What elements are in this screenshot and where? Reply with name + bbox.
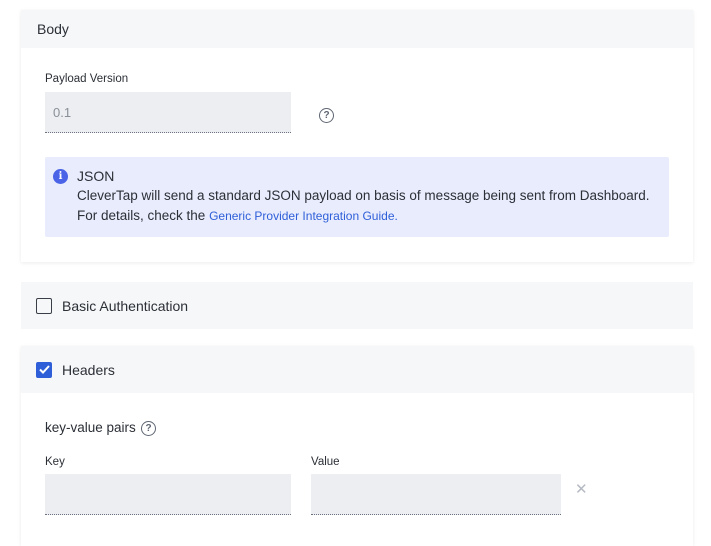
headers-section: Headers key-value pairs ? Key Value ✕ bbox=[21, 346, 693, 546]
info-details-prefix: For details, check the bbox=[77, 208, 210, 223]
key-input[interactable] bbox=[45, 474, 291, 515]
value-input[interactable] bbox=[311, 474, 561, 515]
payload-version-input[interactable] bbox=[45, 92, 291, 133]
basic-auth-section: Basic Authentication bbox=[21, 282, 693, 329]
checkmark-icon bbox=[38, 365, 50, 374]
integration-guide-link[interactable]: Generic Provider Integration Guide. bbox=[209, 209, 398, 223]
info-circle-icon: i bbox=[53, 169, 68, 184]
basic-auth-checkbox[interactable] bbox=[36, 297, 52, 314]
key-label: Key bbox=[45, 456, 65, 468]
question-circle-icon[interactable]: ? bbox=[319, 108, 334, 123]
info-title: JSON bbox=[77, 168, 115, 184]
basic-auth-header[interactable]: Basic Authentication bbox=[21, 282, 693, 329]
headers-header[interactable]: Headers bbox=[21, 346, 693, 393]
body-section-header: Body bbox=[21, 10, 693, 48]
payload-version-label: Payload Version bbox=[45, 73, 129, 85]
basic-auth-label: Basic Authentication bbox=[62, 297, 189, 314]
body-section: Body Payload Version ? i JSON CleverTap … bbox=[21, 10, 693, 262]
info-description: CleverTap will send a standard JSON payl… bbox=[77, 188, 650, 203]
headers-checkbox[interactable] bbox=[36, 361, 52, 378]
info-details: For details, check the Generic Provider … bbox=[77, 208, 398, 223]
kv-pairs-label: key-value pairs bbox=[45, 420, 136, 435]
headers-label: Headers bbox=[62, 361, 115, 378]
json-info-box: i JSON CleverTap will send a standard JS… bbox=[45, 157, 669, 237]
question-circle-icon[interactable]: ? bbox=[141, 421, 156, 436]
body-section-title: Body bbox=[37, 21, 69, 37]
close-icon[interactable]: ✕ bbox=[575, 480, 588, 498]
value-label: Value bbox=[311, 456, 340, 468]
